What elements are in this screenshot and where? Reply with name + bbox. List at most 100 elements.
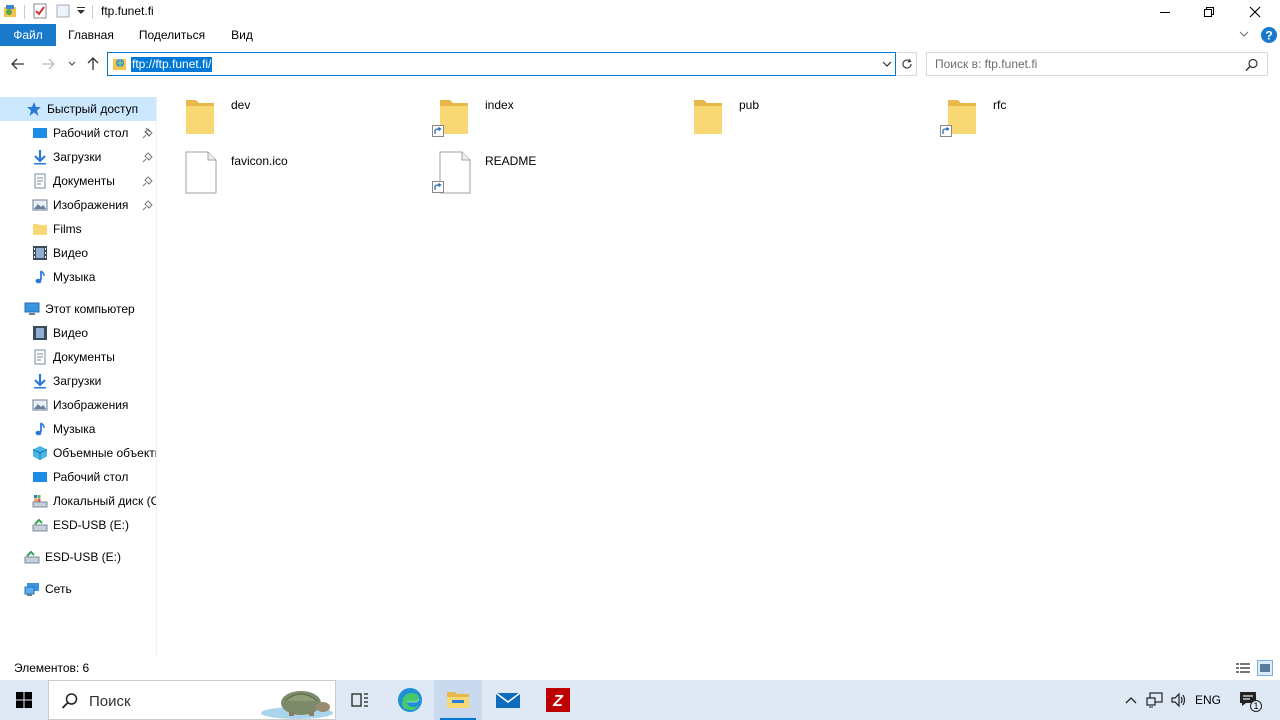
- file-icon: [184, 150, 220, 194]
- tab-file[interactable]: Файл: [0, 24, 56, 46]
- refresh-button[interactable]: [897, 52, 917, 76]
- file-name: index: [485, 98, 514, 112]
- minimize-button[interactable]: [1142, 0, 1188, 24]
- sidebar-item-pc-pictures[interactable]: Изображения: [0, 393, 156, 417]
- list-item[interactable]: rfc: [932, 90, 1182, 142]
- sidebar-item-this-pc[interactable]: Этот компьютер: [0, 297, 156, 321]
- details-view-button[interactable]: [1235, 660, 1251, 676]
- sidebar-item-pc-downloads[interactable]: Загрузки: [0, 369, 156, 393]
- sidebar-item-network[interactable]: Сеть: [0, 577, 156, 601]
- customize-quick-access-chevron-icon[interactable]: [76, 3, 92, 19]
- search-icon[interactable]: [1245, 58, 1259, 72]
- tab-home[interactable]: Главная: [60, 24, 122, 46]
- video-icon: [32, 325, 48, 341]
- sidebar-item-music[interactable]: Музыка: [0, 265, 156, 289]
- pin-icon[interactable]: [142, 127, 154, 139]
- navigation-pane[interactable]: Быстрый доступ Рабочий стол Загрузки Док…: [0, 97, 157, 655]
- window-title: ftp.funet.fi: [101, 4, 154, 18]
- network-icon: [24, 581, 40, 597]
- file-name: pub: [739, 98, 760, 112]
- list-item[interactable]: README: [424, 146, 674, 198]
- sidebar-item-quick-access[interactable]: Быстрый доступ: [0, 97, 156, 121]
- help-icon[interactable]: ?: [1260, 26, 1278, 44]
- taskbar-search-box[interactable]: [48, 680, 336, 720]
- search-icon: [61, 692, 79, 710]
- svg-text:?: ?: [1265, 29, 1272, 43]
- list-item[interactable]: dev: [170, 90, 420, 142]
- svg-text:Z: Z: [552, 693, 564, 710]
- task-view-button[interactable]: [336, 680, 384, 720]
- properties-icon[interactable]: [32, 3, 48, 19]
- sidebar-item-video[interactable]: Видео: [0, 241, 156, 265]
- new-folder-icon[interactable]: [55, 3, 71, 19]
- pictures-icon: [32, 397, 48, 413]
- star-icon: [26, 101, 42, 117]
- downloads-icon: [32, 149, 48, 165]
- pin-icon[interactable]: [142, 175, 154, 187]
- ftp-location-icon: [112, 56, 128, 72]
- sidebar-item-desktop[interactable]: Рабочий стол: [0, 121, 156, 145]
- address-text[interactable]: ftp://ftp.funet.fi/: [131, 57, 213, 72]
- tab-share[interactable]: Поделиться: [132, 24, 212, 46]
- pin-icon[interactable]: [142, 199, 154, 211]
- folder-icon: [184, 94, 220, 138]
- action-center-button[interactable]: 1: [1234, 680, 1264, 720]
- folder-icon: [32, 221, 48, 237]
- sidebar-item-pc-desktop[interactable]: Рабочий стол: [0, 465, 156, 489]
- recent-locations-chevron-icon[interactable]: [62, 54, 82, 74]
- sidebar-item-pc-documents[interactable]: Документы: [0, 345, 156, 369]
- address-bar[interactable]: ftp://ftp.funet.fi/: [107, 52, 896, 76]
- sidebar-item-downloads[interactable]: Загрузки: [0, 145, 156, 169]
- large-icons-view-button[interactable]: [1257, 660, 1273, 676]
- sidebar-item-pc-music[interactable]: Музыка: [0, 417, 156, 441]
- list-item[interactable]: pub: [678, 90, 928, 142]
- list-item[interactable]: index: [424, 90, 674, 142]
- search-box[interactable]: [926, 52, 1268, 76]
- sidebar-item-local-disk[interactable]: Локальный диск (C:): [0, 489, 156, 513]
- pictures-icon: [32, 197, 48, 213]
- tab-view[interactable]: Вид: [222, 24, 262, 46]
- documents-icon: [32, 173, 48, 189]
- sidebar-item-usb-drive[interactable]: ESD-USB (E:): [0, 513, 156, 537]
- address-dropdown-chevron-icon[interactable]: [881, 58, 893, 70]
- sidebar-item-pc-3d-objects[interactable]: Объемные объекты: [0, 441, 156, 465]
- forward-button[interactable]: [38, 54, 58, 74]
- taskbar-filezilla[interactable]: Z: [534, 680, 582, 720]
- taskbar-edge-browser[interactable]: [386, 680, 434, 720]
- close-button[interactable]: [1232, 0, 1278, 24]
- sidebar-item-documents[interactable]: Документы: [0, 169, 156, 193]
- taskbar-mail[interactable]: [484, 680, 532, 720]
- taskbar-file-explorer[interactable]: [434, 680, 482, 720]
- restore-button[interactable]: [1186, 0, 1232, 24]
- start-button[interactable]: [0, 680, 48, 720]
- file-list[interactable]: dev index pub rfc favicon.ico README: [170, 90, 1270, 650]
- ribbon: Файл Главная Поделиться Вид ?: [0, 24, 1280, 46]
- taskbar: Z ENG 1: [0, 680, 1280, 720]
- search-input[interactable]: [927, 53, 1237, 75]
- title-separator: [92, 5, 93, 19]
- show-hidden-icons-chevron-icon[interactable]: [1122, 680, 1140, 720]
- sidebar-item-films[interactable]: Films: [0, 217, 156, 241]
- back-button[interactable]: [8, 54, 28, 74]
- pin-icon[interactable]: [142, 151, 154, 163]
- address-row: ftp://ftp.funet.fi/: [0, 46, 1280, 82]
- file-name: rfc: [993, 98, 1007, 112]
- music-icon: [32, 269, 48, 285]
- explorer-app-icon[interactable]: [2, 3, 18, 19]
- local-disk-icon: [32, 493, 48, 509]
- input-language-indicator[interactable]: ENG: [1192, 680, 1224, 720]
- expand-ribbon-chevron-icon[interactable]: [1238, 28, 1254, 42]
- sidebar-item-pictures[interactable]: Изображения: [0, 193, 156, 217]
- search-highlight-tortoise-image: [257, 683, 335, 719]
- list-item[interactable]: favicon.ico: [170, 146, 420, 198]
- usb-drive-icon: [24, 549, 40, 565]
- volume-icon[interactable]: [1168, 680, 1190, 720]
- sidebar-item-usb-root[interactable]: ESD-USB (E:): [0, 545, 156, 569]
- up-button[interactable]: [83, 54, 103, 74]
- taskbar-search-input[interactable]: [89, 691, 249, 711]
- music-icon: [32, 421, 48, 437]
- downloads-icon: [32, 373, 48, 389]
- sidebar-item-pc-video[interactable]: Видео: [0, 321, 156, 345]
- network-status-icon[interactable]: [1144, 680, 1166, 720]
- shortcut-arrow-icon: [940, 125, 952, 137]
